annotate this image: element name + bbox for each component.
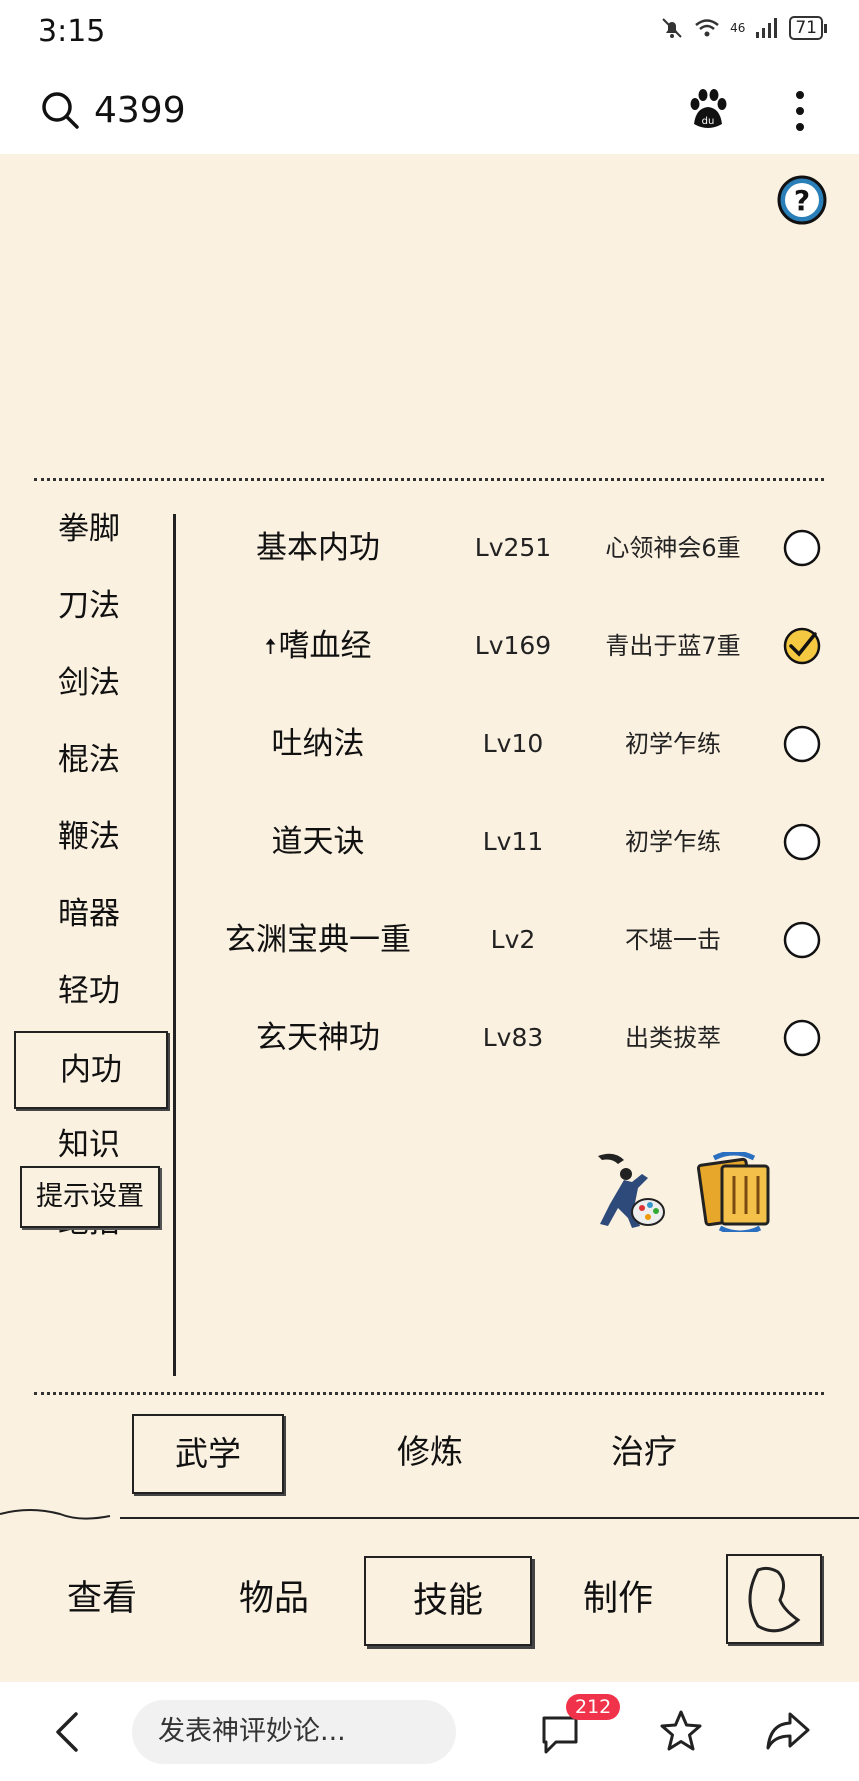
browser-search-bar[interactable]: 4399 du xyxy=(0,66,859,154)
skill-row[interactable]: 道天诀 Lv11 初学乍练 xyxy=(200,812,840,872)
skill-rank: 青出于蓝7重 xyxy=(605,632,741,660)
skill-radio-unchecked-icon[interactable] xyxy=(782,822,822,862)
skill-radio-unchecked-icon[interactable] xyxy=(782,724,822,764)
skill-row[interactable]: 基本内功 Lv251 心领神会6重 xyxy=(200,518,840,578)
bottom-divider xyxy=(34,1392,824,1395)
skill-name: 玄渊宝典一重 xyxy=(225,922,411,958)
wifi-icon xyxy=(695,19,719,37)
back-arrow-icon xyxy=(748,1566,801,1633)
help-icon[interactable]: ? xyxy=(776,174,828,226)
skill-radio-unchecked-icon[interactable] xyxy=(782,528,822,568)
ink-separator xyxy=(0,1509,859,1520)
baidu-paw-icon[interactable]: du xyxy=(686,88,730,132)
more-options-icon[interactable] xyxy=(790,86,810,136)
skill-level: Lv2 xyxy=(490,925,536,954)
skill-name: 基本内功 xyxy=(256,530,380,566)
network-type-label: 46 xyxy=(730,21,746,35)
category-neigong[interactable]: 内功 xyxy=(14,1031,168,1109)
category-qinggong[interactable]: 轻功 xyxy=(14,954,164,1028)
skill-radio-unchecked-icon[interactable] xyxy=(782,1018,822,1058)
skill-level: Lv83 xyxy=(482,1023,544,1052)
share-icon[interactable] xyxy=(764,1710,810,1752)
subtab-wuxue[interactable]: 武学 xyxy=(132,1414,284,1494)
category-bianfa[interactable]: 鞭法 xyxy=(14,800,164,874)
skill-rank: 出类拔萃 xyxy=(625,1024,721,1052)
mute-bell-icon xyxy=(662,18,682,38)
category-daofa[interactable]: 刀法 xyxy=(14,569,164,643)
skill-row[interactable]: 🠅嗜血经 Lv169 青出于蓝7重 xyxy=(200,616,840,676)
swordsman-palette-icon[interactable] xyxy=(588,1148,672,1232)
comment-count-badge: 212 xyxy=(566,1694,621,1720)
tab-zhizuo[interactable]: 制作 xyxy=(536,1556,700,1642)
status-bar: 3:15 46 71 xyxy=(0,0,859,66)
skill-rank: 不堪一击 xyxy=(625,926,721,954)
battery-icon: 71 xyxy=(789,16,827,40)
skill-rank: 心领神会6重 xyxy=(605,534,741,562)
manual-swap-icon[interactable] xyxy=(694,1152,780,1232)
search-query-text[interactable]: 4399 xyxy=(94,90,186,131)
subtab-xiulian[interactable]: 修炼 xyxy=(356,1414,504,1490)
svg-text:du: du xyxy=(702,116,715,127)
clock-time: 3:15 xyxy=(38,14,106,49)
skill-radio-unchecked-icon[interactable] xyxy=(782,920,822,960)
skill-radio-checked-icon[interactable] xyxy=(782,626,822,666)
skill-level: Lv169 xyxy=(474,631,552,660)
search-icon[interactable] xyxy=(40,90,80,130)
skill-row[interactable]: 玄天神功 Lv83 出类拔萃 xyxy=(200,1008,840,1068)
skill-level: Lv10 xyxy=(482,729,544,758)
skill-name: 道天诀 xyxy=(271,824,365,860)
skill-rank: 初学乍练 xyxy=(625,730,721,758)
skill-row[interactable]: 吐纳法 Lv10 初学乍练 xyxy=(200,714,840,774)
tab-jineng[interactable]: 技能 xyxy=(364,1556,532,1646)
skill-level: Lv251 xyxy=(474,533,552,562)
top-divider xyxy=(34,478,824,481)
subtab-zhiliao[interactable]: 治疗 xyxy=(570,1414,718,1490)
category-gunfa[interactable]: 棍法 xyxy=(14,723,164,797)
category-anqi[interactable]: 暗器 xyxy=(14,877,164,951)
skill-name: 玄天神功 xyxy=(256,1020,380,1056)
skill-rank: 初学乍练 xyxy=(625,828,721,856)
upgrade-arrow-icon: 🠅 xyxy=(264,634,277,660)
game-panel: ? 拳脚 刀法 剑法 棍法 鞭法 暗器 轻功 内功 知识 绝招 提示设置 基本内… xyxy=(0,154,859,1682)
hint-settings-button[interactable]: 提示设置 xyxy=(20,1166,160,1228)
game-back-button[interactable] xyxy=(726,1554,822,1644)
nav-back-icon[interactable] xyxy=(52,1710,82,1754)
skill-name: 吐纳法 xyxy=(271,726,365,762)
browser-bottom-bar: 发表神评妙论... 212 xyxy=(0,1682,859,1781)
skill-level: Lv11 xyxy=(482,827,544,856)
star-icon[interactable] xyxy=(658,1708,704,1754)
skill-name-wrap: 🠅嗜血经 xyxy=(200,616,436,678)
category-divider xyxy=(173,514,176,1376)
skill-row[interactable]: 玄渊宝典一重 Lv2 不堪一击 xyxy=(200,910,840,970)
tab-chakan[interactable]: 查看 xyxy=(20,1556,184,1642)
comment-input[interactable]: 发表神评妙论... xyxy=(132,1700,456,1764)
tab-wupin[interactable]: 物品 xyxy=(192,1556,356,1642)
category-jianfa[interactable]: 剑法 xyxy=(14,646,164,720)
svg-text:?: ? xyxy=(794,184,810,217)
status-icons: 46 71 xyxy=(660,16,827,40)
skill-name: 嗜血经 xyxy=(278,628,372,664)
signal-icon xyxy=(756,18,778,38)
category-quanjiao[interactable]: 拳脚 xyxy=(14,492,164,566)
